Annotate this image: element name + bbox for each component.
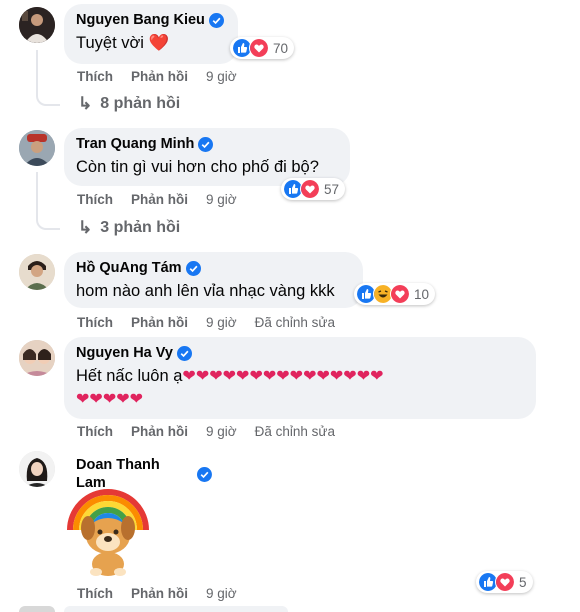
love-reaction-icon <box>495 572 515 592</box>
reaction-count: 57 <box>324 181 340 197</box>
timestamp[interactable]: 9 giờ <box>206 315 237 330</box>
comment-bubble: Nguyen Ha Vy Hết nấc luôn ạ❤❤❤❤❤❤❤❤❤❤❤❤❤… <box>64 337 536 419</box>
next-comment-avatar-partial <box>19 606 55 612</box>
comment-text-prefix: Hết nấc luôn ạ <box>76 367 183 385</box>
reply-button[interactable]: Phản hồi <box>131 315 188 330</box>
avatar[interactable] <box>19 340 55 376</box>
timestamp[interactable]: 9 giờ <box>206 69 237 84</box>
reaction-summary[interactable]: 70 <box>230 37 295 59</box>
author-name[interactable]: Hồ QuAng Tám <box>76 259 182 277</box>
reaction-count: 10 <box>414 286 430 302</box>
like-button[interactable]: Thích <box>77 424 113 439</box>
comment-text: hom nào anh lên vỉa nhạc vàng kkk <box>76 282 335 300</box>
like-button[interactable]: Thích <box>77 192 113 207</box>
comment-actions: Thích Phản hồi 9 giờ <box>77 67 255 85</box>
verified-badge-icon <box>198 136 214 152</box>
like-button[interactable]: Thích <box>77 69 113 84</box>
like-button[interactable]: Thích <box>77 586 113 601</box>
replies-label: 3 phản hồi <box>100 219 181 236</box>
comment-actions: Thích Phản hồi 9 giờ Đã chỉnh sửa <box>77 422 353 440</box>
reply-button[interactable]: Phản hồi <box>131 586 188 601</box>
view-replies-link[interactable]: ↳ 3 phản hồi <box>78 218 180 238</box>
avatar[interactable] <box>19 7 55 43</box>
comment-actions: Thích Phản hồi 9 giờ <box>77 584 255 602</box>
comment-text: Hết nấc luôn ạ❤❤❤❤❤❤❤❤❤❤❤❤❤❤❤ ❤❤❤❤❤ <box>76 365 524 411</box>
comment-actions: Thích Phản hồi 9 giờ <box>77 190 255 208</box>
reaction-count: 70 <box>273 40 289 56</box>
reply-button[interactable]: Phản hồi <box>131 192 188 207</box>
thread-line <box>36 172 38 206</box>
verified-badge-icon <box>197 466 212 482</box>
author-name[interactable]: Tran Quang Minh <box>76 135 194 153</box>
hearts-line-2: ❤❤❤❤❤ <box>76 391 144 408</box>
love-reaction-icon <box>249 38 269 58</box>
love-reaction-icon <box>300 179 320 199</box>
view-replies-link[interactable]: ↳ 8 phản hồi <box>78 94 180 114</box>
comment-text: Còn tin gì vui hơn cho phố đi bộ? <box>76 158 319 176</box>
replies-label: 8 phản hồi <box>100 95 181 112</box>
reply-arrow-icon: ↳ <box>78 94 93 113</box>
timestamp[interactable]: 9 giờ <box>206 424 237 439</box>
like-button[interactable]: Thích <box>77 315 113 330</box>
thread-connector <box>36 82 60 106</box>
next-comment-bubble-partial <box>64 606 288 612</box>
love-reaction-icon <box>390 284 410 304</box>
verified-badge-icon <box>176 345 192 361</box>
author-name[interactable]: Nguyen Ha Vy <box>76 344 173 362</box>
reply-button[interactable]: Phản hồi <box>131 69 188 84</box>
reply-button[interactable]: Phản hồi <box>131 424 188 439</box>
rainbow-dog-sticker[interactable] <box>66 484 150 578</box>
hearts-line-1: ❤❤❤❤❤❤❤❤❤❤❤❤❤❤❤ <box>182 368 384 385</box>
comment-bubble: Hồ QuAng Tám hom nào anh lên vỉa nhạc và… <box>64 252 363 308</box>
reply-arrow-icon: ↳ <box>78 218 93 237</box>
author-name[interactable]: Nguyen Bang Kieu <box>76 11 205 29</box>
reaction-count: 5 <box>519 574 527 590</box>
comment-actions: Thích Phản hồi 9 giờ Đã chỉnh sửa <box>77 313 353 331</box>
reaction-summary[interactable]: 10 <box>354 283 436 305</box>
thread-connector <box>36 206 60 230</box>
avatar[interactable] <box>19 254 55 290</box>
comment-text: Tuyệt vời ❤️ <box>76 34 170 52</box>
timestamp[interactable]: 9 giờ <box>206 192 237 207</box>
verified-badge-icon <box>185 260 201 276</box>
comment-bubble: Doan Thanh Lam <box>64 449 224 491</box>
avatar[interactable] <box>19 130 55 166</box>
timestamp[interactable]: 9 giờ <box>206 586 237 601</box>
reaction-summary[interactable]: 5 <box>476 571 533 593</box>
avatar[interactable] <box>19 451 55 487</box>
comment-bubble: Nguyen Bang Kieu Tuyệt vời ❤️ <box>64 4 238 64</box>
edited-label: Đã chỉnh sửa <box>254 423 335 439</box>
reaction-summary[interactable]: 57 <box>281 178 346 200</box>
verified-badge-icon <box>208 12 224 28</box>
edited-label: Đã chỉnh sửa <box>254 314 335 330</box>
